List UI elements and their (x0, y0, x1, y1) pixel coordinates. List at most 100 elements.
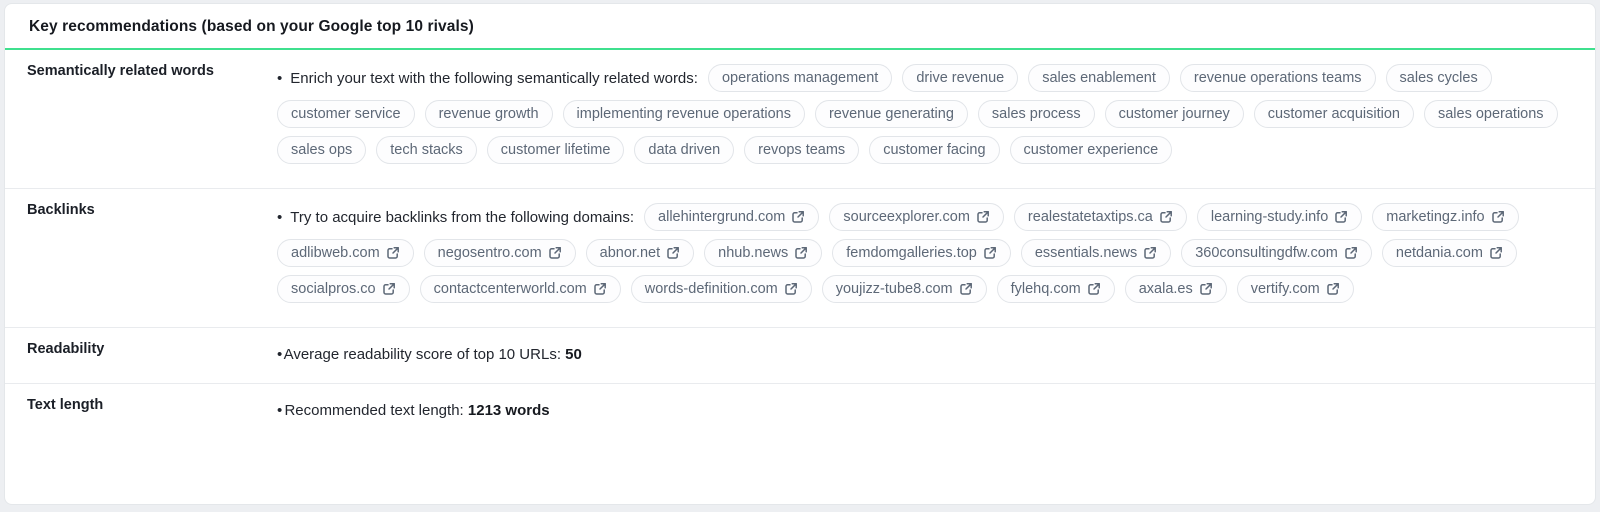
external-link-icon (1491, 210, 1505, 224)
backlink-domain-label: socialpros.co (291, 281, 376, 297)
external-link-icon (983, 246, 997, 260)
key-recommendations-card: Key recommendations (based on your Googl… (4, 3, 1596, 505)
row-content-text-length: • Recommended text length: 1213 words (277, 384, 1595, 439)
backlink-domain-link[interactable]: realestatetaxtips.ca (1014, 203, 1187, 231)
semantic-word-tag: customer service (277, 100, 415, 128)
external-link-icon (1143, 246, 1157, 260)
semantic-word-tag: revenue growth (425, 100, 553, 128)
semantic-word-tag: implementing revenue operations (563, 100, 805, 128)
backlink-domain-label: negosentro.com (438, 245, 542, 261)
semantic-word-tag: sales ops (277, 136, 366, 164)
bullet-point: • (277, 402, 282, 419)
row-label-text-length: Text length (27, 384, 277, 439)
external-link-icon (1199, 282, 1213, 296)
external-link-icon (1159, 210, 1173, 224)
backlink-domain-label: femdomgalleries.top (846, 245, 977, 261)
semantic-words-lead-text: Enrich your text with the following sema… (290, 70, 698, 87)
external-link-icon (1326, 282, 1340, 296)
backlink-domain-label: essentials.news (1035, 245, 1137, 261)
backlink-domain-link[interactable]: femdomgalleries.top (832, 239, 1011, 267)
readability-lead-text: Average readability score of top 10 URLs… (284, 346, 561, 363)
row-backlinks: Backlinks • Try to acquire backlinks fro… (5, 189, 1595, 328)
external-link-icon (382, 282, 396, 296)
backlink-domain-link[interactable]: adlibweb.com (277, 239, 414, 267)
row-content-semantic-words: • Enrich your text with the following se… (277, 50, 1595, 188)
backlink-domain-link[interactable]: marketingz.info (1372, 203, 1518, 231)
external-link-icon (1489, 246, 1503, 260)
row-content-backlinks: • Try to acquire backlinks from the foll… (277, 189, 1595, 327)
backlink-domain-link[interactable]: learning-study.info (1197, 203, 1362, 231)
backlink-domain-label: vertify.com (1251, 281, 1320, 297)
backlink-domain-label: sourceexplorer.com (843, 209, 970, 225)
backlink-domain-label: 360consultingdfw.com (1195, 245, 1338, 261)
semantic-word-tag: customer experience (1010, 136, 1173, 164)
backlink-domain-link[interactable]: abnor.net (586, 239, 694, 267)
semantic-word-tag: tech stacks (376, 136, 477, 164)
row-text-length: Text length • Recommended text length: 1… (5, 384, 1595, 439)
backlink-domain-link[interactable]: nhub.news (704, 239, 822, 267)
backlink-domain-link[interactable]: 360consultingdfw.com (1181, 239, 1372, 267)
backlink-domain-link[interactable]: essentials.news (1021, 239, 1171, 267)
backlink-domain-link[interactable]: contactcenterworld.com (420, 275, 621, 303)
card-header: Key recommendations (based on your Googl… (5, 4, 1595, 48)
semantic-word-tag: customer acquisition (1254, 100, 1414, 128)
row-label-backlinks: Backlinks (27, 189, 277, 327)
external-link-icon (959, 282, 973, 296)
backlink-domain-label: allehintergrund.com (658, 209, 785, 225)
bullet-point: • (277, 346, 282, 363)
backlink-domain-label: realestatetaxtips.ca (1028, 209, 1153, 225)
readability-line: • Average readability score of top 10 UR… (277, 338, 1571, 363)
semantic-word-tag: data driven (634, 136, 734, 164)
page-title: Key recommendations (based on your Googl… (29, 18, 1571, 36)
backlink-domain-link[interactable]: words-definition.com (631, 275, 812, 303)
backlink-domain-label: words-definition.com (645, 281, 778, 297)
external-link-icon (1334, 210, 1348, 224)
backlink-domain-label: axala.es (1139, 281, 1193, 297)
backlink-domain-link[interactable]: axala.es (1125, 275, 1227, 303)
semantic-word-tag: customer journey (1105, 100, 1244, 128)
semantic-word-tag: sales enablement (1028, 64, 1170, 92)
semantic-word-tag: revops teams (744, 136, 859, 164)
backlink-domain-link[interactable]: negosentro.com (424, 239, 576, 267)
backlink-domain-label: adlibweb.com (291, 245, 380, 261)
semantic-word-tag: customer facing (869, 136, 999, 164)
row-readability: Readability • Average readability score … (5, 328, 1595, 384)
semantic-words-list: • Enrich your text with the following se… (277, 60, 1571, 164)
backlink-domain-link[interactable]: allehintergrund.com (644, 203, 819, 231)
semantic-word-tag: drive revenue (902, 64, 1018, 92)
backlink-domain-link[interactable]: socialpros.co (277, 275, 410, 303)
external-link-icon (593, 282, 607, 296)
external-link-icon (976, 210, 990, 224)
backlink-domain-label: netdania.com (1396, 245, 1483, 261)
backlink-domain-link[interactable]: fylehq.com (997, 275, 1115, 303)
row-label-readability: Readability (27, 328, 277, 383)
external-link-icon (666, 246, 680, 260)
external-link-icon (784, 282, 798, 296)
backlink-domain-label: fylehq.com (1011, 281, 1081, 297)
backlink-domain-label: abnor.net (600, 245, 660, 261)
backlink-domain-label: marketingz.info (1386, 209, 1484, 225)
backlink-domain-label: youjizz-tube8.com (836, 281, 953, 297)
backlink-domain-link[interactable]: youjizz-tube8.com (822, 275, 987, 303)
readability-score-value: 50 (565, 346, 582, 363)
backlink-domain-label: contactcenterworld.com (434, 281, 587, 297)
row-content-readability: • Average readability score of top 10 UR… (277, 328, 1595, 383)
backlinks-lead-text: Try to acquire backlinks from the follow… (290, 209, 634, 226)
semantic-word-tag: revenue operations teams (1180, 64, 1376, 92)
row-semantic-words: Semantically related words • Enrich your… (5, 50, 1595, 189)
backlink-domains-list: • Try to acquire backlinks from the foll… (277, 199, 1571, 303)
external-link-icon (1344, 246, 1358, 260)
external-link-icon (791, 210, 805, 224)
text-length-line: • Recommended text length: 1213 words (277, 394, 1571, 419)
bullet-point: • (277, 70, 282, 87)
backlink-domain-link[interactable]: vertify.com (1237, 275, 1354, 303)
semantic-word-tag: sales operations (1424, 100, 1558, 128)
backlink-domain-link[interactable]: netdania.com (1382, 239, 1517, 267)
semantic-word-tag: sales process (978, 100, 1095, 128)
external-link-icon (548, 246, 562, 260)
row-label-semantic-words: Semantically related words (27, 50, 277, 188)
semantic-word-tag: operations management (708, 64, 892, 92)
external-link-icon (794, 246, 808, 260)
backlink-domain-link[interactable]: sourceexplorer.com (829, 203, 1004, 231)
external-link-icon (386, 246, 400, 260)
